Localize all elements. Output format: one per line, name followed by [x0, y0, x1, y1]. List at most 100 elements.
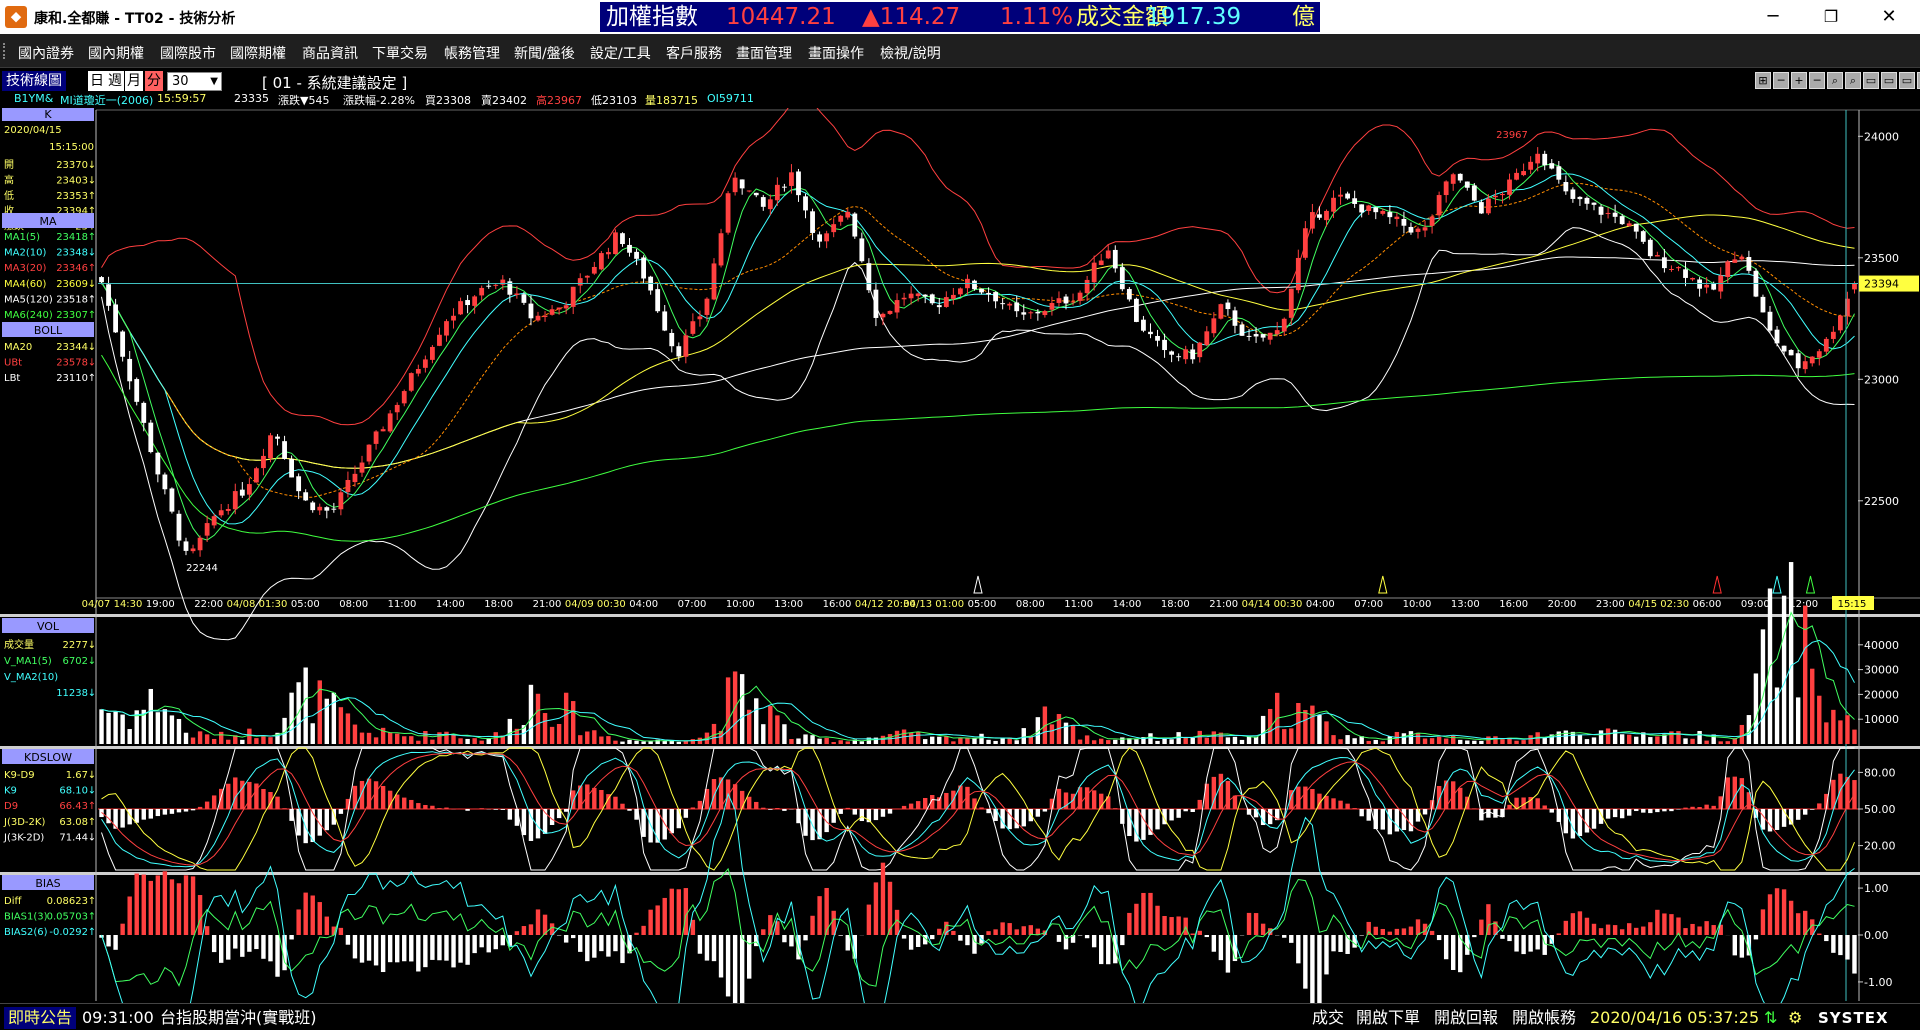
candle-down	[1471, 185, 1477, 201]
zoom-out-icon[interactable]: ⌕	[1845, 72, 1861, 89]
kd-diff-bar	[282, 808, 287, 809]
candle-down	[1612, 212, 1618, 217]
bias-diff-bar	[725, 935, 731, 997]
volume-bar	[838, 740, 843, 744]
announce-message[interactable]: 台指股期當沖(實戰班)	[160, 1007, 317, 1029]
ma-panel-header: MA	[39, 215, 56, 228]
menu-screen-operate[interactable]: 畫面操作	[808, 43, 864, 63]
bias-diff-bar	[458, 935, 463, 963]
period-week-tab[interactable]: 週	[106, 71, 124, 91]
volume-bar	[1162, 738, 1167, 744]
time-tick-label: 11:00	[1064, 599, 1093, 610]
plus-icon[interactable]: +	[1791, 72, 1807, 89]
candle-down	[169, 488, 175, 512]
period-month-tab[interactable]: 月	[125, 71, 143, 91]
bias-diff-bar	[1401, 928, 1407, 935]
menu-screen-manage[interactable]: 畫面管理	[736, 43, 792, 63]
k-row-arrow: ↓	[88, 175, 96, 186]
kd-diff-bar	[1760, 809, 1766, 830]
menu-product-info[interactable]: 商品資訊	[302, 43, 358, 63]
close-button[interactable]: ✕	[1864, 0, 1914, 34]
announce-label[interactable]: 即時公告	[4, 1007, 77, 1029]
candle-up	[1366, 205, 1372, 211]
technical-chart[interactable]: 24000 23500 23000 22500 23394 23967 22244 04/07…	[0, 108, 1920, 1003]
volume-bar	[1225, 737, 1231, 744]
candle-up	[1295, 257, 1301, 291]
print-icon[interactable]: ▭	[1881, 72, 1897, 89]
bias-diff-bar	[648, 909, 653, 935]
minimize-button[interactable]: ─	[1748, 0, 1798, 34]
bias-diff-bar	[1127, 912, 1132, 935]
open-report-button[interactable]: 開啟回報	[1434, 1007, 1498, 1029]
candle-up	[831, 224, 837, 233]
open-order-button[interactable]: 開啟下單	[1356, 1007, 1420, 1029]
bias-diff-bar	[578, 935, 583, 952]
bias-diff-bar	[324, 916, 329, 935]
volume-bar	[549, 726, 555, 744]
kd-diff-bar	[1739, 778, 1745, 809]
menu-news[interactable]: 新聞/盤後	[514, 43, 575, 63]
volume-bar	[395, 733, 400, 744]
bias-diff-bar	[254, 935, 259, 950]
bias-diff-bar	[120, 923, 125, 935]
status-trade[interactable]: 成交	[1312, 1007, 1344, 1029]
volume-bar	[1148, 733, 1153, 744]
minus-icon[interactable]: ─	[1809, 72, 1825, 89]
open-account-button[interactable]: 開啟帳務	[1512, 1007, 1576, 1029]
kd-diff-bar	[739, 790, 745, 809]
bias-diff-bar	[1605, 924, 1611, 935]
volume-bar	[331, 692, 337, 744]
period-minute-tab[interactable]: 分	[145, 71, 163, 91]
menu-settings[interactable]: 設定/工具	[590, 43, 651, 63]
kd-diff-bar	[1725, 777, 1730, 809]
menu-customer-service[interactable]: 客戶服務	[666, 43, 722, 63]
maximize-button[interactable]: ❐	[1806, 0, 1856, 34]
menu-domestic-futures[interactable]: 國內期權	[88, 43, 144, 63]
candle-down	[1795, 353, 1801, 369]
bias-diff-bar	[1197, 930, 1202, 935]
save-icon[interactable]: ▭	[1899, 72, 1915, 89]
menu-account[interactable]: 帳務管理	[444, 43, 500, 63]
menu-view-help[interactable]: 檢視/說明	[880, 43, 941, 63]
layout-icon[interactable]: ⊞	[1755, 72, 1771, 89]
bias-row-label: Diff	[4, 896, 22, 907]
kd-diff-bar	[747, 796, 752, 809]
bias-row-label: BIAS1(3)	[4, 912, 48, 923]
kd-row-arrow: ↓	[88, 786, 96, 797]
kd-diff-bar	[761, 807, 766, 809]
line-icon[interactable]: ─	[1773, 72, 1789, 89]
kd-diff-bar	[972, 798, 977, 809]
bias-diff-bar	[1387, 931, 1393, 935]
volume-bar	[725, 677, 731, 744]
kd-diff-bar	[106, 809, 111, 824]
menu-domestic-securities[interactable]: 國內證券	[18, 43, 74, 63]
volume-bar	[1331, 735, 1336, 744]
menu-intl-stocks[interactable]: 國際股市	[160, 43, 216, 63]
volume-bar	[226, 739, 231, 744]
candle-down	[99, 277, 104, 283]
zoom-in-icon[interactable]: ⌕	[1827, 72, 1843, 89]
boll-row-value: 23578	[56, 358, 88, 369]
candle-up	[549, 309, 555, 315]
bias-diff-bar	[1014, 929, 1019, 935]
volume-bar	[254, 738, 259, 744]
bias-diff-bar	[416, 935, 421, 972]
time-tick-label: 08:00	[339, 599, 368, 610]
time-tick-label: 10:00	[1403, 599, 1432, 610]
window-icon[interactable]: ▭	[1863, 72, 1879, 89]
interval-select[interactable]: 30 ▼	[167, 72, 222, 91]
menu-order-trading[interactable]: 下單交易	[372, 43, 428, 63]
candle-up	[774, 184, 780, 201]
app-logo-icon[interactable]: ⬥	[5, 6, 27, 28]
kd-diff-bar	[395, 794, 400, 809]
period-day-tab[interactable]: 日	[88, 71, 106, 91]
kd-diff-bar	[641, 809, 646, 837]
bias-diff-bar	[1852, 935, 1857, 974]
kd-diff-bar	[1310, 789, 1315, 809]
candle-down	[1563, 182, 1569, 192]
menu-intl-futures[interactable]: 國際期權	[230, 43, 286, 63]
grip-handle-icon[interactable]	[3, 43, 7, 59]
bias-diff-bar	[817, 896, 822, 935]
volume-bar	[366, 732, 372, 744]
kd-diff-bar	[1366, 809, 1371, 821]
